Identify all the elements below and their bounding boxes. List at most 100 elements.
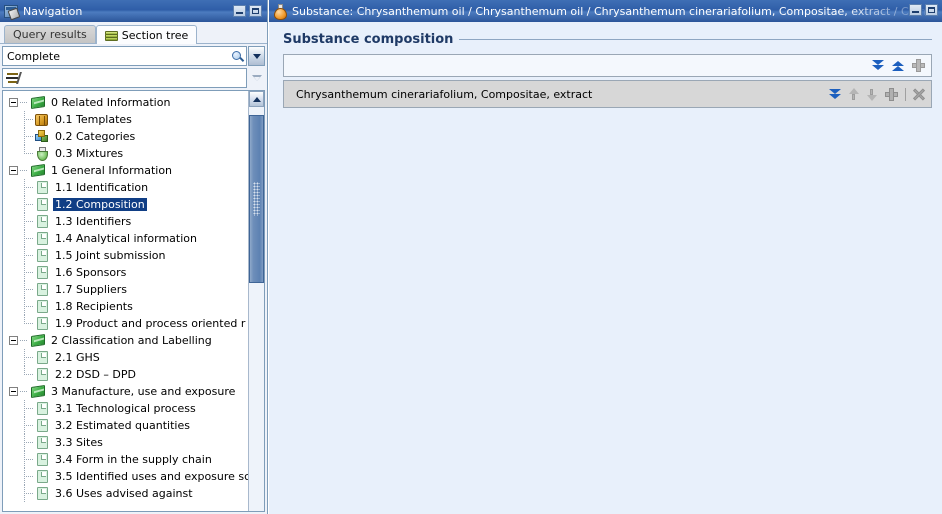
tree-item[interactable]: 1.7 Suppliers — [3, 281, 248, 298]
tree-item[interactable]: 0.2 Categories — [3, 128, 248, 145]
scroll-up-arrow — [252, 96, 261, 102]
document-window-buttons — [909, 4, 940, 16]
collapse-all-icon[interactable] — [872, 59, 885, 72]
tree-item[interactable]: 0.3 Mixtures — [3, 145, 248, 162]
flask-icon — [273, 3, 287, 20]
minimize-button[interactable] — [233, 5, 246, 17]
tree-item[interactable]: 1 General Information — [3, 162, 248, 179]
tree-item[interactable]: 0.1 Templates — [3, 111, 248, 128]
substance-composition-group-header: Substance composition — [283, 32, 932, 47]
tree-connector — [22, 264, 35, 281]
add-icon[interactable] — [912, 59, 925, 72]
tab-query-results[interactable]: Query results — [4, 25, 96, 43]
document-icon — [35, 487, 50, 500]
application-window: Navigation Query results Section tree Co… — [0, 0, 942, 514]
expand-row-icon[interactable] — [829, 88, 842, 101]
tree-item[interactable]: 1.8 Recipients — [3, 298, 248, 315]
tree-item[interactable]: 3.1 Technological process — [3, 400, 248, 417]
tree-item[interactable]: 1.1 Identification — [3, 179, 248, 196]
tree-item-label: 0 Related Information — [51, 96, 171, 109]
maximize-button[interactable] — [249, 5, 262, 17]
chevron-down-icon — [252, 53, 261, 59]
view-combo-field[interactable]: Complete — [2, 46, 247, 66]
tree-item[interactable]: 3.3 Sites — [3, 434, 248, 451]
tree-item-label: 2 Classification and Labelling — [51, 334, 212, 347]
tree-item-label: 0.3 Mixtures — [55, 147, 124, 160]
tree-item[interactable]: 1.6 Sponsors — [3, 264, 248, 281]
tree-connector — [22, 298, 35, 315]
tab-query-results-label: Query results — [13, 28, 87, 41]
tree-expander-collapse-icon[interactable] — [9, 166, 18, 175]
tree-item-label: 0.1 Templates — [55, 113, 132, 126]
tree-connector — [22, 281, 35, 298]
scroll-up-button[interactable] — [249, 91, 264, 107]
document-body: Substance composition Chrysanthemum cine… — [269, 22, 942, 514]
tab-section-tree[interactable]: Section tree — [95, 25, 198, 44]
tree-connector — [22, 213, 35, 230]
tree-scrollbar[interactable] — [248, 91, 264, 511]
magnifier-icon[interactable] — [232, 50, 243, 62]
tree-connector — [22, 417, 35, 434]
tree-item[interactable]: 3.4 Form in the supply chain — [3, 451, 248, 468]
tree-item-label: 1.4 Analytical information — [55, 232, 197, 245]
template-icon — [35, 113, 50, 126]
expand-all-icon[interactable] — [892, 59, 905, 72]
navigation-window-buttons — [233, 5, 265, 17]
tree-item[interactable]: 2.2 DSD – DPD — [3, 366, 248, 383]
tree-connector — [22, 468, 35, 485]
navigation-controls: Complete — [0, 44, 267, 88]
document-icon — [35, 317, 50, 330]
tree-item-label: 3.6 Uses advised against — [55, 487, 193, 500]
tree-item[interactable]: 3.5 Identified uses and exposure sc — [3, 468, 248, 485]
filter-icon — [6, 72, 20, 84]
section-tree[interactable]: 0 Related Information 0.1 Templates 0.2 Ca… — [3, 91, 248, 511]
tree-item[interactable]: 3 Manufacture, use and exposure — [3, 383, 248, 400]
tree-item[interactable]: 3.2 Estimated quantities — [3, 417, 248, 434]
tree-item[interactable]: 1.5 Joint submission — [3, 247, 248, 264]
tree-item[interactable]: 2 Classification and Labelling — [3, 332, 248, 349]
tab-section-tree-label: Section tree — [121, 28, 189, 42]
document-minimize-button[interactable] — [909, 4, 922, 16]
document-icon — [35, 181, 50, 194]
tree-item[interactable]: 1.3 Identifiers — [3, 213, 248, 230]
delete-row-icon[interactable] — [912, 88, 926, 101]
add-row-icon[interactable] — [885, 87, 898, 101]
scrollbar-thumb[interactable] — [249, 115, 264, 283]
move-up-icon[interactable] — [849, 87, 860, 101]
tree-item-label: 0.2 Categories — [55, 130, 136, 143]
move-down-icon[interactable] — [867, 88, 878, 101]
tree-item-label: 1.8 Recipients — [55, 300, 133, 313]
tree-item-label: 1.3 Identifiers — [55, 215, 132, 228]
tree-expander-collapse-icon[interactable] — [9, 387, 18, 396]
filter-input[interactable] — [2, 68, 247, 88]
tree-item[interactable]: 1.4 Analytical information — [3, 230, 248, 247]
action-separator — [905, 87, 906, 101]
view-combo-dropdown-button[interactable] — [248, 46, 265, 66]
tree-item[interactable]: 1.9 Product and process oriented r — [3, 315, 248, 332]
scrollbar-track[interactable] — [249, 107, 264, 511]
tree-item-label: 2.1 GHS — [55, 351, 100, 364]
table-row[interactable]: Chrysanthemum cinerariafolium, Composita… — [283, 80, 932, 108]
tree-item[interactable]: 1.2 Composition — [3, 196, 248, 213]
tree-connector — [22, 485, 35, 502]
tree-expander-collapse-icon[interactable] — [9, 336, 18, 345]
tree-connector — [22, 247, 35, 264]
document-title: Substance: Chrysanthemum oil / Chrysanth… — [292, 4, 927, 18]
tree-item[interactable]: 2.1 GHS — [3, 349, 248, 366]
tree-item-label: 1.2 Composition — [53, 198, 147, 211]
view-combo-value: Complete — [7, 49, 61, 63]
document-icon — [35, 419, 50, 432]
section-tree-container: 0 Related Information 0.1 Templates 0.2 Ca… — [2, 90, 265, 512]
tree-connector — [22, 230, 35, 247]
tree-connector — [20, 332, 31, 349]
filter-dropdown-button[interactable] — [248, 68, 265, 88]
tree-item[interactable]: 3.6 Uses advised against — [3, 485, 248, 502]
tree-item[interactable]: 0 Related Information — [3, 94, 248, 111]
tree-expander-collapse-icon[interactable] — [9, 98, 18, 107]
document-maximize-button[interactable] — [925, 4, 938, 16]
